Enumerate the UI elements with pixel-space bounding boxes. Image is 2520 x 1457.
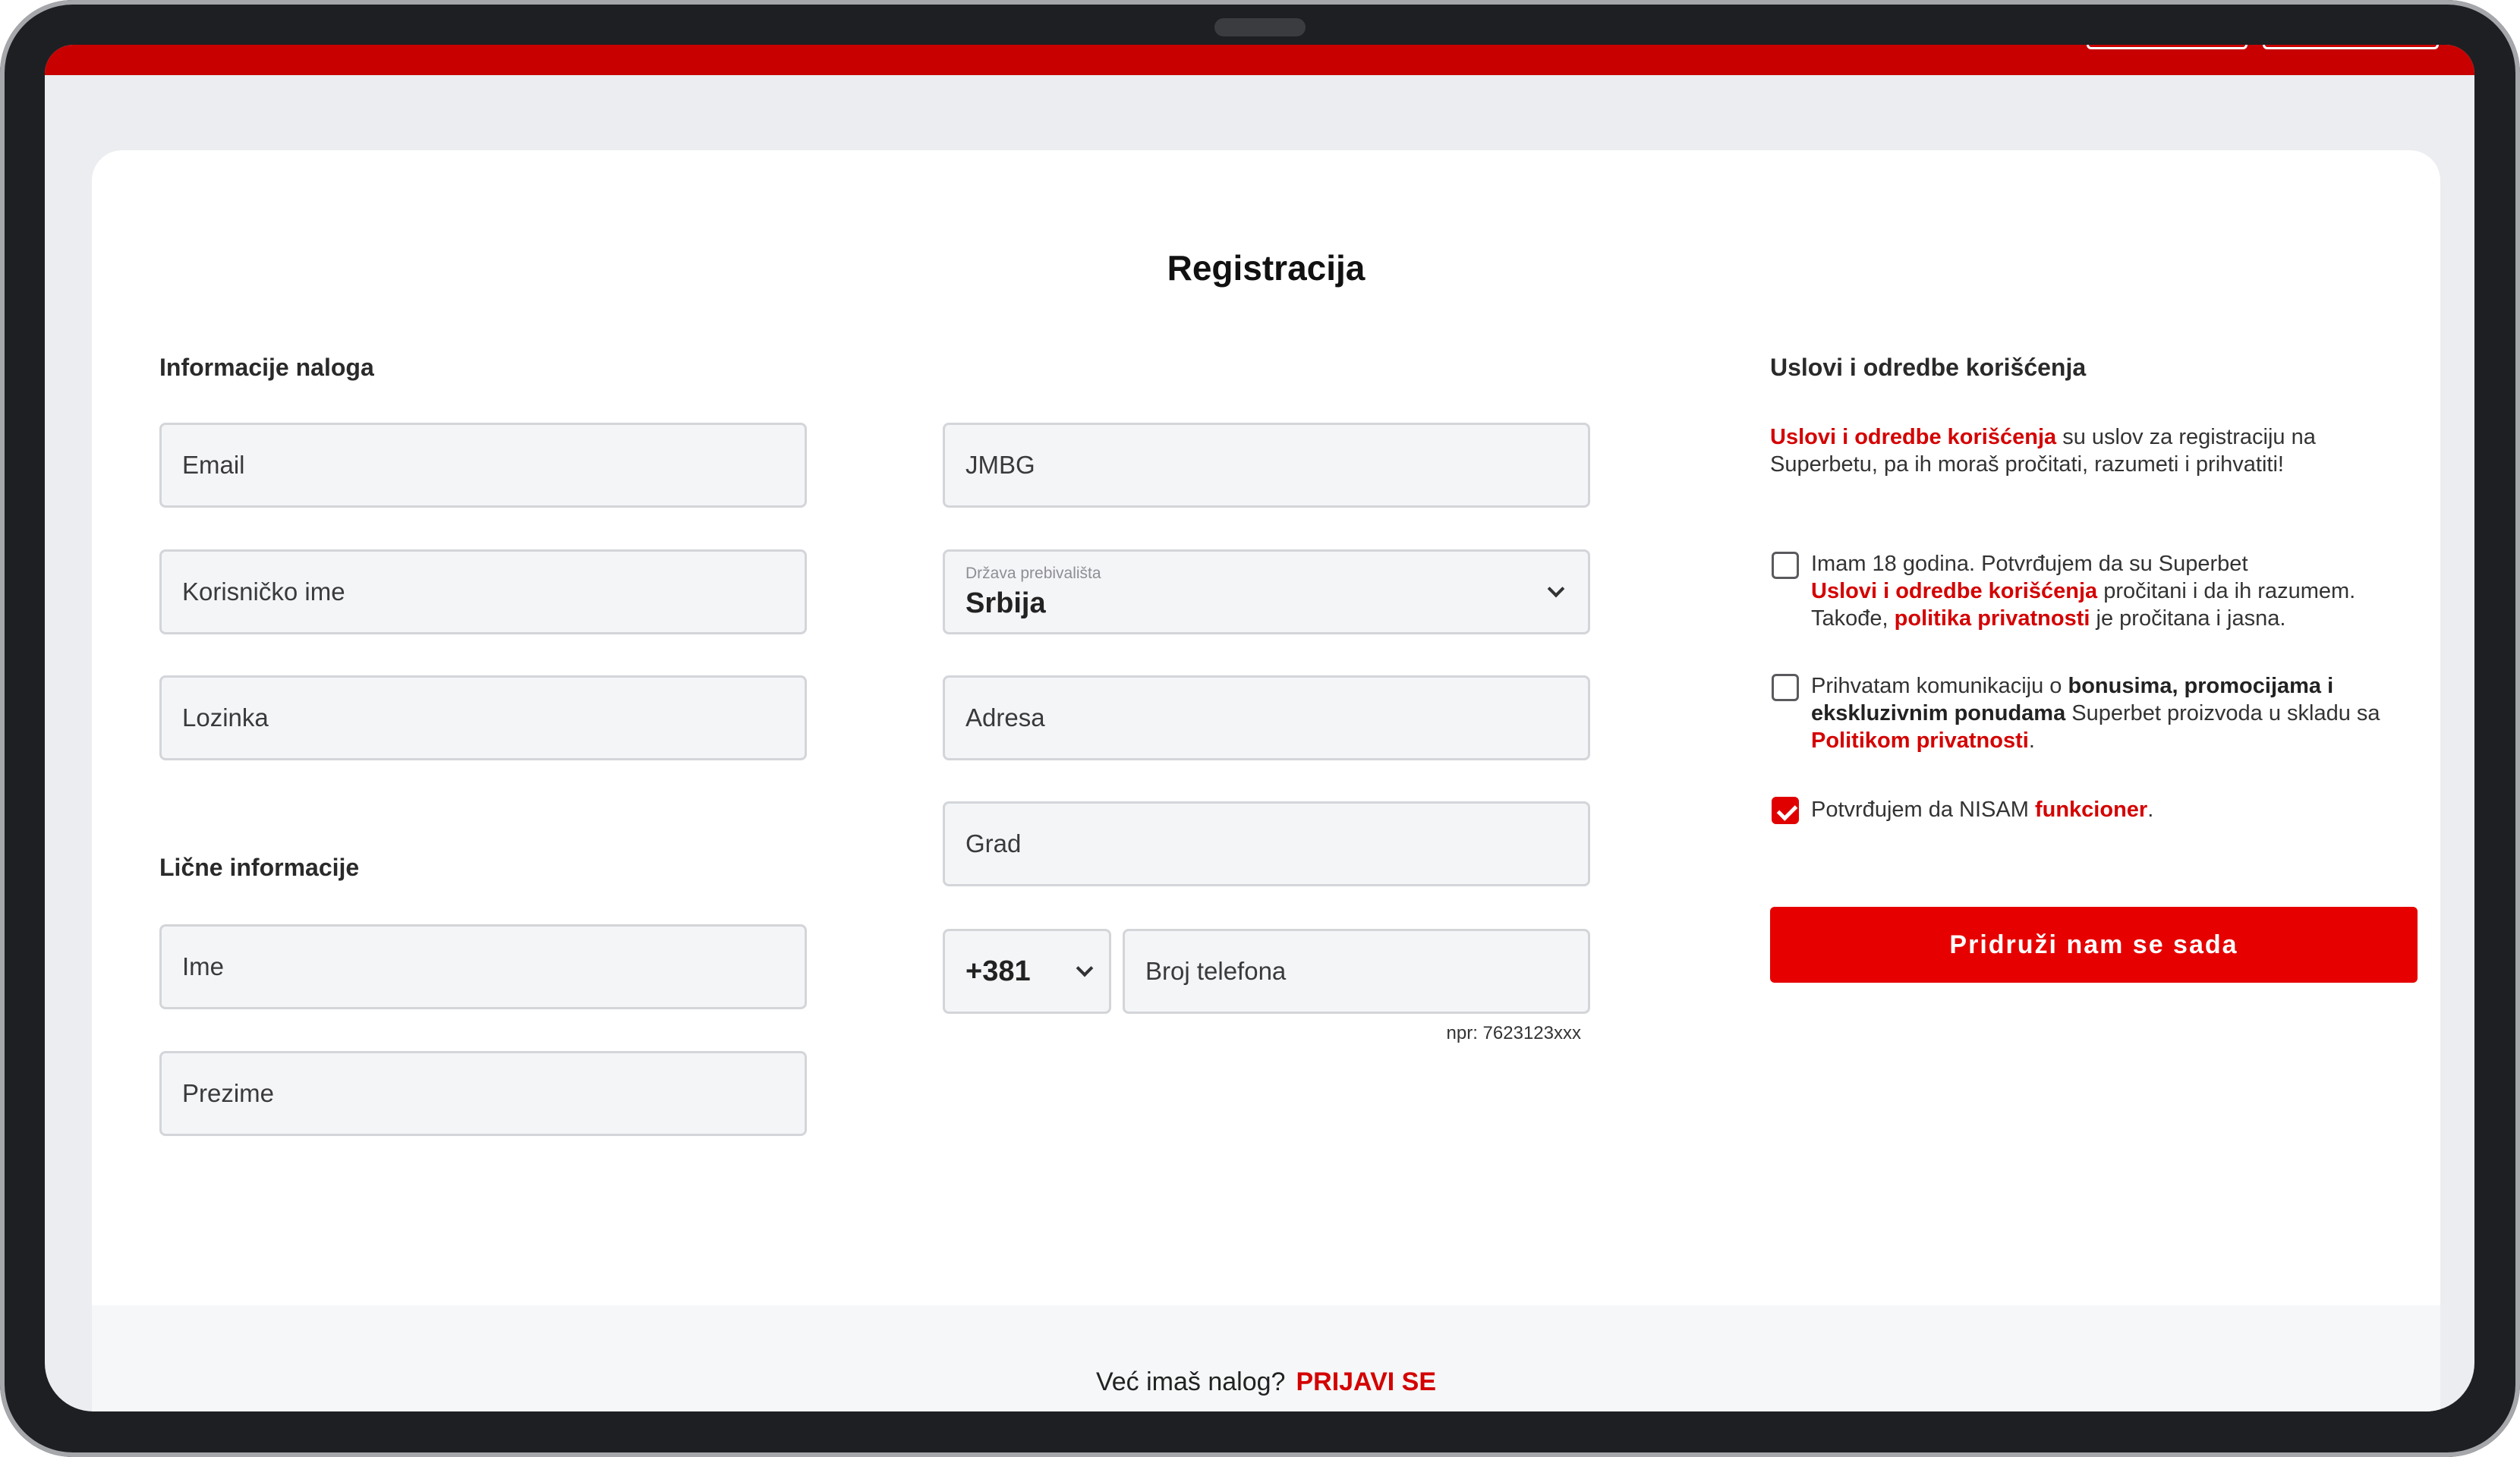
age-text-c: Takođe, <box>1811 606 1895 631</box>
login-question: Već imaš nalog? <box>1095 1367 1286 1396</box>
last-name-placeholder: Prezime <box>182 1079 275 1107</box>
privacy-policy-link[interactable]: Politikom privatnosti <box>1811 728 2029 753</box>
page-title: Registracija <box>1167 248 1366 288</box>
login-link[interactable]: PRIJAVI SE <box>1296 1367 1436 1396</box>
phone-prefix-value: +381 <box>965 955 1031 987</box>
chevron-down-icon <box>1076 959 1094 977</box>
personal-section-label: Lične informacije <box>159 854 360 881</box>
country-select[interactable]: Država prebivališta Srbija <box>943 549 1590 634</box>
privacy-policy-link[interactable]: politika privatnosti <box>1895 606 2090 631</box>
join-now-button[interactable]: Pridruži nam se sada <box>1770 907 2418 983</box>
phone-hint: npr: 7623123xxx <box>1446 1023 1581 1043</box>
password-field[interactable]: Lozinka <box>159 675 807 760</box>
city-placeholder: Grad <box>965 829 1022 858</box>
not-official-text: Potvrđujem da NISAM funkcioner. <box>1811 796 2418 823</box>
username-placeholder: Korisničko ime <box>182 577 345 606</box>
age-text-d: je pročitana i jasna. <box>2090 606 2286 631</box>
official-text-b: . <box>2147 798 2154 822</box>
registration-card: Registracija Informacije naloga Email Ko… <box>92 150 2440 1411</box>
username-field[interactable]: Korisničko ime <box>159 549 807 634</box>
terms-intro: Uslovi i odredbe korišćenja su uslov za … <box>1770 423 2418 478</box>
country-label: Država prebivališta <box>965 564 1101 582</box>
header-button[interactable] <box>2087 45 2248 49</box>
phone-placeholder: Broj telefona <box>1145 957 1287 985</box>
official-text-a: Potvrđujem da NISAM <box>1811 798 2035 822</box>
terms-link[interactable]: Uslovi i odredbe korišćenja <box>1770 425 2056 449</box>
first-name-field[interactable]: Ime <box>159 924 807 1009</box>
age-text-b: pročitani i da ih razumem. <box>2097 579 2356 603</box>
country-value: Srbija <box>965 587 1046 619</box>
password-placeholder: Lozinka <box>182 703 269 732</box>
last-name-field[interactable]: Prezime <box>159 1051 807 1136</box>
marketing-text-c: . <box>2028 728 2035 753</box>
not-official-checkbox[interactable] <box>1772 797 1799 824</box>
address-field[interactable]: Adresa <box>943 675 1590 760</box>
city-field[interactable]: Grad <box>943 801 1590 886</box>
screen: Registracija Informacije naloga Email Ko… <box>45 45 2474 1411</box>
official-link[interactable]: funkcioner <box>2035 798 2147 822</box>
marketing-text-a: Prihvatam komunikaciju o <box>1811 674 2068 698</box>
marketing-consent-text: Prihvatam komunikaciju o bonusima, promo… <box>1811 672 2418 754</box>
account-section-label: Informacije naloga <box>159 354 374 381</box>
chevron-down-icon <box>1547 580 1565 598</box>
age-text-a: Imam 18 godina. Potvrđujem da su Superbe… <box>1811 552 2248 576</box>
address-placeholder: Adresa <box>965 703 1045 732</box>
age-confirm-checkbox[interactable] <box>1772 552 1799 579</box>
tablet-frame: Registracija Informacije naloga Email Ko… <box>0 0 2520 1457</box>
header-button[interactable] <box>2263 45 2439 49</box>
marketing-text-b: Superbet proizvoda u skladu sa <box>2065 701 2380 725</box>
login-footer: Već imaš nalog? PRIJAVI SE <box>92 1305 2440 1411</box>
phone-prefix-select[interactable]: +381 <box>943 929 1111 1014</box>
email-field[interactable]: Email <box>159 423 807 508</box>
phone-number-field[interactable]: Broj telefona <box>1123 929 1590 1014</box>
jmbg-placeholder: JMBG <box>965 451 1035 479</box>
email-placeholder: Email <box>182 451 245 479</box>
age-confirm-text: Imam 18 godina. Potvrđujem da su Superbe… <box>1811 550 2418 632</box>
marketing-consent-checkbox[interactable] <box>1772 674 1799 701</box>
jmbg-field[interactable]: JMBG <box>943 423 1590 508</box>
first-name-placeholder: Ime <box>182 952 225 980</box>
terms-heading: Uslovi i odredbe korišćenja <box>1770 354 2087 381</box>
terms-link[interactable]: Uslovi i odredbe korišćenja <box>1811 579 2097 603</box>
login-prompt: Već imaš nalog? PRIJAVI SE <box>92 1367 2440 1397</box>
top-header-bar <box>45 45 2474 75</box>
camera-notch <box>1214 18 1306 36</box>
